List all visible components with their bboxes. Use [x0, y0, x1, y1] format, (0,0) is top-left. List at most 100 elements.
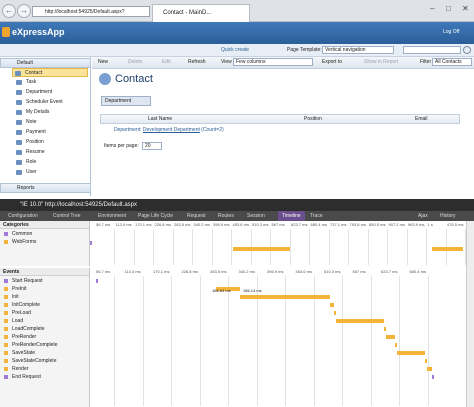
vertical-scrollbar[interactable] — [466, 221, 474, 407]
event-bar[interactable] — [336, 319, 384, 323]
devtools-tab[interactable]: Request — [187, 213, 206, 219]
category-label: Common — [12, 231, 33, 237]
refresh-button[interactable]: Refresh — [188, 59, 206, 66]
devtools-tab[interactable]: Page Life Cycle — [138, 213, 173, 219]
devtools-tab[interactable]: Timeline — [278, 211, 305, 221]
nav-item[interactable]: Department — [14, 88, 52, 97]
event-row[interactable]: InitComplete — [0, 301, 90, 309]
view-select[interactable]: Few columns — [233, 58, 313, 66]
event-row[interactable]: SaveState — [0, 349, 90, 357]
event-bar[interactable] — [330, 303, 334, 307]
group-chip[interactable]: Department — [101, 96, 151, 106]
event-swatch — [4, 287, 8, 291]
event-row[interactable]: Start Request — [0, 277, 90, 285]
filter-select[interactable]: All Contacts — [432, 58, 472, 66]
categories-graph: 56.7 ms 113.4 ms 170.1 ms 226.8 ms 283.5 ms 3… — [90, 221, 466, 266]
browser-tab[interactable]: Contact - MainD... — [152, 4, 250, 22]
event-bar[interactable] — [395, 343, 397, 347]
devtools-tab[interactable]: Trace — [310, 213, 323, 219]
forward-button[interactable]: → — [17, 4, 31, 18]
category-bar[interactable] — [90, 241, 92, 245]
event-bar[interactable] — [397, 351, 425, 355]
minimize-button[interactable]: – — [430, 4, 434, 13]
nav-item[interactable]: User — [14, 168, 37, 177]
event-bar[interactable] — [96, 279, 98, 283]
time-tick: 56.7 ms — [96, 269, 111, 274]
nav-item-icon — [16, 100, 22, 105]
column-email[interactable]: Email — [415, 116, 428, 122]
nav-item[interactable]: Task — [14, 78, 36, 87]
nav-item[interactable]: Note — [14, 118, 37, 127]
event-row[interactable]: PreRender — [0, 333, 90, 341]
event-bar[interactable] — [432, 375, 434, 379]
event-row[interactable]: Load — [0, 317, 90, 325]
column-last-name[interactable]: Last Name — [148, 116, 172, 122]
devtools-tab[interactable]: Configuration — [8, 213, 38, 219]
category-bar[interactable] — [233, 247, 290, 251]
group-row-link[interactable]: Development Department — [143, 127, 200, 133]
devtools-tab-right[interactable]: Ajax — [418, 213, 428, 219]
nav-item[interactable]: Scheduler Event — [14, 98, 63, 107]
nav-item-label: Payment — [26, 129, 46, 135]
event-row[interactable]: Init — [0, 293, 90, 301]
search-icon[interactable] — [463, 46, 471, 54]
edit-button[interactable]: Edit — [162, 59, 171, 66]
event-label: InitComplete — [12, 302, 41, 308]
column-position[interactable]: Position — [304, 116, 322, 122]
grid-line — [228, 276, 229, 406]
items-per-page-select[interactable]: 20 — [142, 142, 162, 150]
nav-group-reports[interactable]: Reports — [0, 183, 91, 193]
nav-item[interactable]: Resume — [14, 148, 45, 157]
group-row[interactable]: Department: Development Department (Coun… — [100, 126, 460, 135]
event-bar[interactable] — [427, 367, 432, 371]
nav-item-label: Resume — [26, 149, 45, 155]
nav-item[interactable]: Role — [14, 158, 36, 167]
nav-item-label: Scheduler Event — [26, 99, 63, 105]
event-swatch — [4, 311, 8, 315]
export-button[interactable]: Export to — [322, 59, 342, 66]
category-row[interactable]: Common — [0, 230, 90, 238]
event-bar[interactable] — [240, 295, 330, 299]
event-row[interactable]: PreLoad — [0, 309, 90, 317]
search-input[interactable] — [403, 46, 461, 54]
devtools-tab[interactable]: Routes — [218, 213, 234, 219]
nav-item[interactable]: Position — [14, 138, 44, 147]
event-row[interactable]: Render — [0, 365, 90, 373]
logout-link[interactable]: Log Off — [443, 29, 459, 35]
event-row[interactable]: PreInit — [0, 285, 90, 293]
quick-create-link[interactable]: Quick create — [221, 47, 249, 53]
event-bar[interactable] — [384, 327, 386, 331]
page-template-select[interactable]: Vertical navigation — [322, 46, 394, 54]
nav-item-label: Contact — [25, 70, 43, 76]
devtools-tab[interactable]: Session — [247, 213, 265, 219]
event-label: Load — [12, 318, 24, 324]
delete-button[interactable]: Delete — [128, 59, 142, 66]
time-tick: 340.2 ms — [238, 269, 255, 274]
event-swatch — [4, 303, 8, 307]
grid-line — [342, 276, 343, 406]
devtools-title: "IE 10.0" http://localhost:54925/Default… — [20, 202, 137, 208]
show-in-report-button[interactable]: Show in Report — [364, 59, 398, 66]
nav-item[interactable]: Payment — [14, 128, 46, 137]
event-row[interactable]: End Request — [0, 373, 90, 381]
event-bar[interactable] — [386, 335, 395, 339]
nav-group-default[interactable]: Default — [0, 58, 91, 68]
devtools-tab[interactable]: Environment — [98, 213, 126, 219]
event-row[interactable]: PreRenderComplete — [0, 341, 90, 349]
category-row[interactable]: WebForms — [0, 238, 90, 246]
event-row[interactable]: SaveStateComplete — [0, 357, 90, 365]
nav-item[interactable]: Contact — [12, 68, 88, 77]
category-bar[interactable] — [432, 247, 463, 251]
time-tick: 396.9 ms — [267, 269, 284, 274]
address-bar[interactable]: http://localhost:54925/Default.aspx? — [32, 6, 150, 17]
event-row[interactable]: LoadComplete — [0, 325, 90, 333]
event-bar[interactable] — [334, 311, 336, 315]
close-button[interactable]: ✕ — [462, 4, 469, 13]
devtools-tab-right[interactable]: History — [440, 213, 456, 219]
back-button[interactable]: ← — [2, 4, 16, 18]
devtools-tab[interactable]: Control Tree — [53, 213, 81, 219]
new-button[interactable]: New — [98, 59, 108, 66]
nav-item[interactable]: My Details — [14, 108, 49, 117]
maximize-button[interactable]: □ — [446, 4, 451, 13]
event-bar[interactable] — [425, 359, 427, 363]
